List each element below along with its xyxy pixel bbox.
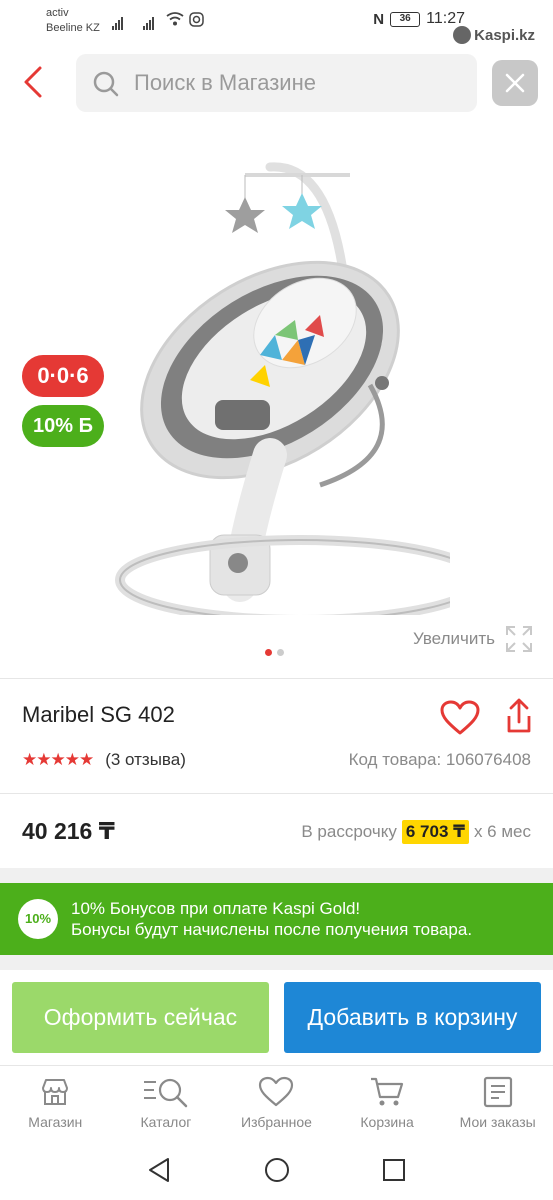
bonus-10-badge: 10% Б [22,405,104,447]
bottom-navigation: Магазин Каталог Избранное Корзина Мои за… [0,1065,553,1140]
installment-amount: 6 703 ₸ [401,820,469,844]
wifi-icon [166,12,184,26]
installment-suffix: x 6 мес [473,822,531,841]
system-recents-icon[interactable] [382,1156,406,1184]
kaspi-watermark: Kaspi.kz [453,26,535,44]
product-gallery[interactable]: 0·0·6 10% Б Увеличить [0,125,553,670]
installment-info: В рассрочку 6 703 ₸ x 6 мес [301,820,531,844]
bonus-banner-subtitle: Бонусы будут начислены после получения т… [71,920,473,939]
nav-item-favorites[interactable]: Избранное [221,1066,332,1140]
zoom-button[interactable]: Увеличить [413,625,533,653]
catalog-search-icon [143,1078,188,1108]
divider [0,793,553,794]
close-icon [505,73,525,93]
chevron-left-icon [24,66,42,98]
product-rating[interactable]: ★★★★★ (3 отзыва) [22,750,186,770]
store-icon [42,1079,69,1105]
watermark-text: Kaspi.kz [474,26,535,44]
add-to-cart-button[interactable]: Добавить в корзину [284,982,541,1053]
nav-item-catalog[interactable]: Каталог [111,1066,222,1140]
divider [0,678,553,679]
product-image[interactable] [110,155,450,615]
carrier-line2: Beeline KZ [46,22,100,34]
bonus-banner-title: 10% Бонусов при оплате Kaspi Gold! [71,899,361,918]
section-gap [0,868,553,883]
system-home-icon[interactable] [263,1156,291,1184]
rating-stars-icon: ★★★★★ [22,750,94,769]
heart-icon [440,700,480,735]
gallery-pagination [265,649,284,656]
status-bar: activ Beeline KZ N 36 11:27 Kaspi.kz [0,0,553,50]
nav-item-store[interactable]: Магазин [0,1066,111,1140]
signal-icon [112,12,124,30]
product-price: 40 216 ₸ [22,818,115,844]
zoom-label: Увеличить [413,629,495,648]
nav-label: Корзина [360,1114,414,1130]
section-gap [0,955,553,970]
nav-label: Магазин [28,1114,83,1130]
system-navigation-bar [0,1140,553,1200]
search-icon [93,71,119,97]
product-title: Maribel SG 402 [22,702,175,727]
search-box[interactable] [76,54,477,112]
heart-icon [259,1076,294,1107]
battery-icon: 36 [390,11,421,27]
nav-item-orders[interactable]: Мои заказы [442,1066,553,1140]
system-back-icon[interactable] [146,1156,172,1184]
kaspi-logo-icon [453,26,472,44]
nfc-icon: N [373,10,385,28]
bonus-banner[interactable]: 10% 10% Бонусов при оплате Kaspi Gold! Б… [0,883,553,955]
expand-icon [506,626,532,652]
pagination-dot-active[interactable] [265,649,272,656]
instagram-icon [189,12,204,27]
status-right: N 36 11:27 [373,10,465,28]
favorite-button[interactable] [440,700,480,741]
search-input[interactable] [134,64,464,102]
orders-icon [483,1076,512,1108]
nav-item-cart[interactable]: Корзина [332,1066,443,1140]
pagination-dot[interactable] [277,649,284,656]
close-search-button[interactable] [492,60,538,106]
cart-icon [371,1077,404,1106]
bonus-percent-icon: 10% [18,899,58,939]
back-button[interactable] [18,62,48,102]
nav-label: Мои заказы [459,1114,536,1130]
reviews-link[interactable]: (3 отзыва) [105,750,186,770]
nav-label: Избранное [241,1114,312,1130]
signal-icon-2 [143,12,155,30]
share-button[interactable] [505,698,533,739]
installment-0-0-6-badge: 0·0·6 [22,355,104,397]
share-icon [507,698,531,733]
nav-label: Каталог [140,1114,192,1130]
carrier-info: activ Beeline KZ [46,6,100,36]
installment-prefix: В рассрочку [301,822,397,841]
product-sku: Код товара: 106076408 [348,750,531,769]
carrier-line1: activ [46,7,69,19]
checkout-now-button[interactable]: Оформить сейчас [12,982,269,1053]
header [0,50,553,116]
